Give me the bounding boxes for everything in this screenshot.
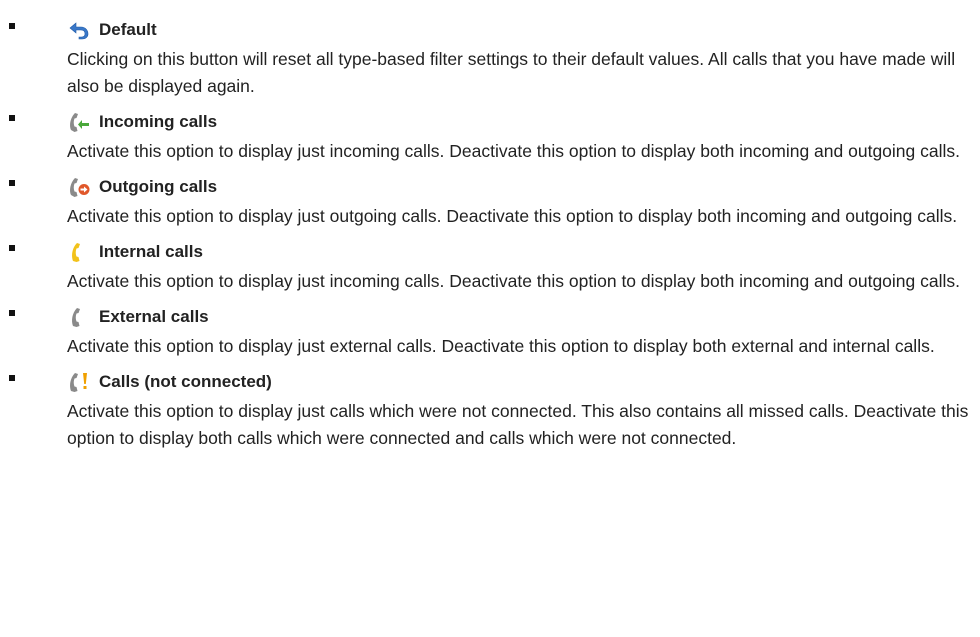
bullet-marker: [9, 23, 15, 29]
option-description: Activate this option to display just inc…: [67, 271, 960, 291]
option-description: Clicking on this button will reset all t…: [67, 49, 956, 96]
option-title: Internal calls: [99, 242, 203, 261]
incoming-call-icon: [67, 110, 91, 134]
list-item-internal-calls: Internal calls Activate this option to d…: [0, 236, 980, 295]
bullet-marker: [9, 375, 15, 381]
internal-call-icon: [67, 240, 91, 264]
option-heading: Default: [67, 14, 980, 46]
document-page: Default Clicking on this button will res…: [0, 0, 980, 637]
bullet-marker: [9, 180, 15, 186]
option-heading: External calls: [67, 301, 980, 333]
option-description: Activate this option to display just out…: [67, 206, 958, 226]
option-heading: Outgoing calls: [67, 171, 980, 203]
option-description: Activate this option to display just inc…: [67, 141, 960, 161]
bullet-marker: [9, 115, 15, 121]
option-title: Incoming calls: [99, 112, 218, 131]
option-heading: Internal calls: [67, 236, 980, 268]
list-item-default: Default Clicking on this button will res…: [0, 14, 980, 100]
list-item-outgoing-calls: Outgoing calls Activate this option to d…: [0, 171, 980, 230]
outgoing-call-icon: [67, 175, 91, 199]
bullet-marker: [9, 310, 15, 316]
option-title: Default: [99, 20, 157, 39]
option-title: Calls (not connected): [99, 372, 272, 391]
option-heading: Incoming calls: [67, 106, 980, 138]
option-title: Outgoing calls: [99, 177, 218, 196]
list-item-calls-not-connected: Calls (not connected) Activate this opti…: [0, 366, 980, 452]
reset-arrow-icon: [67, 18, 91, 42]
filter-option-list: Default Clicking on this button will res…: [0, 14, 980, 458]
bullet-marker: [9, 245, 15, 251]
option-title: External calls: [99, 307, 209, 326]
option-heading: Calls (not connected): [67, 366, 980, 398]
option-description: Activate this option to display just ext…: [67, 336, 935, 356]
option-description: Activate this option to display just cal…: [67, 401, 969, 448]
not-connected-call-icon: [67, 370, 91, 394]
list-item-incoming-calls: Incoming calls Activate this option to d…: [0, 106, 980, 165]
list-item-external-calls: External calls Activate this option to d…: [0, 301, 980, 360]
external-call-icon: [67, 305, 91, 329]
